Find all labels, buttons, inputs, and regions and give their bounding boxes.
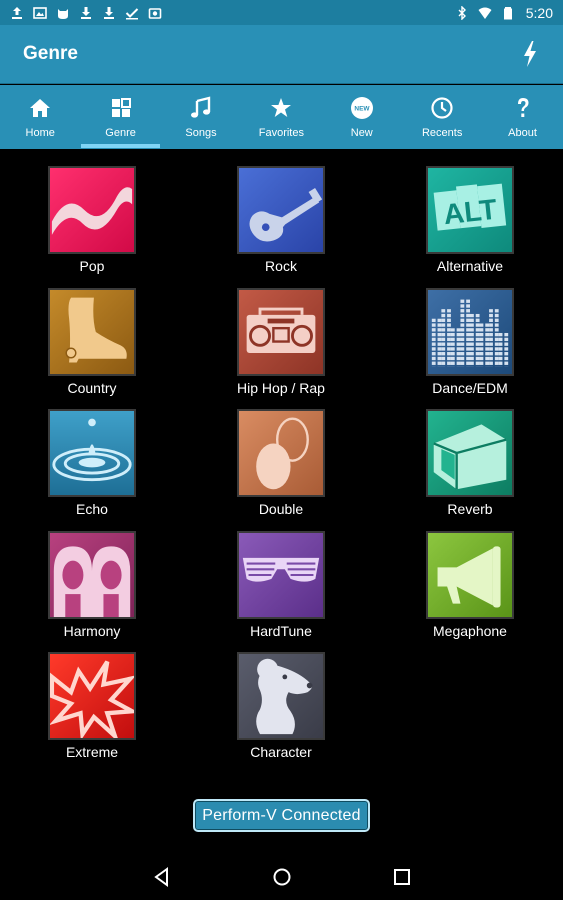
status-bar: 5:20 — [0, 0, 563, 25]
tab-label: About — [508, 127, 537, 139]
system-icons: 5:20 — [455, 5, 553, 21]
notification-icons — [10, 6, 162, 20]
water-drop-icon — [48, 409, 136, 497]
genre-label: Dance/EDM — [432, 380, 508, 396]
genre-megaphone[interactable]: Megaphone — [390, 531, 550, 651]
check-icon — [125, 7, 139, 19]
shutter-shades-icon — [237, 531, 325, 619]
genre-label: Country — [67, 380, 117, 396]
genre-country[interactable]: Country — [12, 288, 172, 408]
pop-wave-icon — [48, 166, 136, 254]
genre-label: Hip Hop / Rap — [237, 380, 325, 396]
clock-icon — [431, 97, 453, 119]
recents-square-icon — [394, 869, 410, 885]
megaphone-icon — [426, 531, 514, 619]
lightning-burst-icon — [48, 652, 136, 740]
genre-pop[interactable]: Pop — [12, 166, 172, 286]
tab-genre[interactable]: Genre — [80, 85, 161, 149]
genre-harmony[interactable]: Harmony — [12, 531, 172, 651]
double-circles-icon — [237, 409, 325, 497]
perform-v-connected-button[interactable]: Perform-V Connected — [193, 799, 370, 832]
tab-label: New — [350, 127, 373, 139]
photos-icon — [148, 7, 162, 19]
mouse-character-icon — [237, 652, 325, 740]
back-button[interactable] — [151, 866, 173, 888]
svg-text:ALT: ALT — [442, 194, 499, 231]
tab-bar: Home Genre Songs Favorites NEW New Recen… — [0, 85, 563, 149]
genre-label: Alternative — [436, 258, 504, 274]
tab-recents[interactable]: Recents — [402, 85, 482, 149]
genre-label: Megaphone — [433, 623, 507, 639]
wifi-icon — [478, 7, 492, 19]
star-icon — [271, 98, 292, 117]
page-title: Genre — [23, 43, 78, 64]
genre-grid: Pop Rock ALT Alternative Country Hip Hop… — [0, 150, 563, 790]
cat-icon — [58, 8, 68, 19]
download-icon — [104, 6, 114, 19]
genre-label: HardTune — [250, 623, 312, 639]
genre-alternative[interactable]: ALT Alternative — [390, 166, 550, 286]
tab-label: Recents — [421, 127, 463, 139]
genre-label: Pop — [79, 258, 105, 274]
grid-icon — [111, 98, 131, 117]
equalizer-icon — [426, 288, 514, 376]
boombox-icon — [237, 288, 325, 376]
tab-label: Genre — [105, 127, 136, 139]
genre-double[interactable]: Double — [201, 409, 361, 529]
alt-icon: ALT — [426, 166, 514, 254]
download-icon — [81, 6, 91, 19]
question-icon — [517, 98, 529, 117]
music-note-icon — [190, 96, 211, 118]
genre-label: Character — [250, 744, 312, 760]
genre-reverb[interactable]: Reverb — [390, 409, 550, 529]
bluetooth-icon — [458, 5, 466, 20]
tab-home[interactable]: Home — [0, 85, 80, 149]
home-circle-icon — [273, 868, 291, 886]
recents-button[interactable] — [391, 866, 413, 888]
new-badge-icon: NEW — [350, 97, 373, 119]
genre-label: Rock — [265, 258, 297, 274]
tab-new[interactable]: NEW New — [322, 85, 402, 149]
home-icon — [30, 99, 51, 117]
genre-label: Harmony — [63, 623, 121, 639]
back-icon — [154, 867, 168, 887]
tab-songs[interactable]: Songs — [161, 85, 241, 149]
genre-character[interactable]: Character — [201, 652, 361, 772]
tab-label: Home — [25, 127, 55, 139]
genre-rock[interactable]: Rock — [201, 166, 361, 286]
guitar-icon — [237, 166, 325, 254]
tab-favorites[interactable]: Favorites — [241, 85, 321, 149]
clock-time: 5:20 — [525, 4, 553, 21]
app-bar: Genre — [0, 25, 563, 84]
battery-icon — [503, 6, 512, 19]
svg-text:NEW: NEW — [354, 106, 370, 113]
cowboy-boot-icon — [48, 288, 136, 376]
home-button[interactable] — [271, 866, 293, 888]
genre-label: Echo — [76, 501, 108, 517]
tab-label: Favorites — [258, 127, 304, 139]
system-nav-bar — [0, 852, 563, 900]
genre-hip-hop-rap[interactable]: Hip Hop / Rap — [201, 288, 361, 408]
genre-echo[interactable]: Echo — [12, 409, 172, 529]
room-icon — [426, 409, 514, 497]
genre-dance-edm[interactable]: Dance/EDM — [390, 288, 550, 408]
tab-label: Songs — [185, 127, 217, 139]
image-icon — [33, 6, 47, 19]
tab-about[interactable]: About — [482, 85, 562, 149]
lightning-bolt-icon[interactable] — [519, 40, 541, 68]
genre-label: Double — [258, 501, 304, 517]
genre-hardtune[interactable]: HardTune — [201, 531, 361, 651]
upload-icon — [12, 6, 22, 19]
genre-extreme[interactable]: Extreme — [12, 652, 172, 772]
genre-label: Reverb — [447, 501, 493, 517]
two-faces-icon — [48, 531, 136, 619]
genre-label: Extreme — [65, 744, 119, 760]
